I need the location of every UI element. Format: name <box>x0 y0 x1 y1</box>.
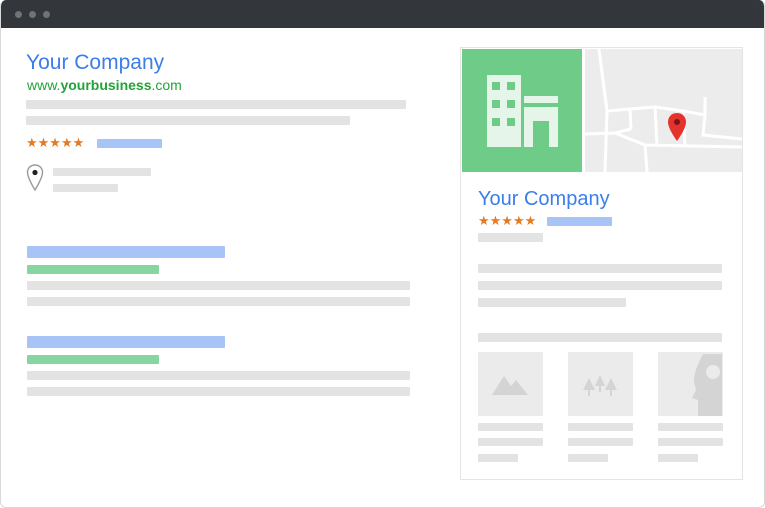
url-prefix: www. <box>27 77 61 93</box>
reviews-link-placeholder[interactable] <box>97 139 162 148</box>
result-3-line <box>27 387 410 396</box>
knowledge-panel: Your Company ★★★★★ <box>460 47 743 480</box>
panel-section-header <box>478 333 722 342</box>
result-3-title[interactable] <box>27 336 225 348</box>
thumbnail-caption <box>568 423 633 431</box>
thumbnail-caption <box>568 454 608 462</box>
result-2-title[interactable] <box>27 246 225 258</box>
browser-window: Your Company www.yourbusiness.com ★★★★★ <box>0 0 765 508</box>
photo-thumbnail[interactable] <box>658 352 723 416</box>
business-photo[interactable] <box>462 49 582 172</box>
result-url[interactable]: www.yourbusiness.com <box>27 78 182 92</box>
thumbnail-caption <box>478 438 543 446</box>
panel-title[interactable]: Your Company <box>478 189 610 209</box>
thumbnail-caption <box>478 423 543 431</box>
result-3-line <box>27 371 410 380</box>
thumbnail-caption <box>478 454 518 462</box>
panel-reviews-link-placeholder[interactable] <box>547 217 612 226</box>
address-line <box>53 184 118 192</box>
panel-info-line <box>478 281 722 290</box>
panel-category <box>478 233 543 242</box>
window-dot-1[interactable] <box>15 11 22 18</box>
image-person-icon <box>692 354 722 416</box>
location-pin-icon <box>26 164 44 192</box>
rating-stars: ★★★★★ <box>26 135 85 150</box>
panel-rating-stars: ★★★★★ <box>478 213 537 228</box>
window-titlebar <box>1 0 764 28</box>
photo-thumbnail[interactable] <box>568 352 633 416</box>
thumbnail-caption <box>658 423 723 431</box>
address-line <box>53 168 151 176</box>
thumbnail-caption <box>658 454 698 462</box>
thumbnail-caption <box>658 438 723 446</box>
image-trees-icon <box>583 375 617 396</box>
panel-info-line <box>478 264 722 273</box>
url-domain: yourbusiness <box>60 77 152 93</box>
photo-thumbnail[interactable] <box>478 352 543 416</box>
map-thumbnail[interactable] <box>585 49 742 172</box>
url-suffix: .com <box>151 77 182 93</box>
result-title[interactable]: Your Company <box>26 52 164 73</box>
thumbnail-caption <box>568 438 633 446</box>
window-dot-2[interactable] <box>29 11 36 18</box>
panel-info-line <box>478 298 626 307</box>
description-line <box>26 116 350 125</box>
window-dot-3[interactable] <box>43 11 50 18</box>
result-2-line <box>27 297 410 306</box>
result-2-line <box>27 281 410 290</box>
description-line <box>26 100 406 109</box>
result-2-url[interactable] <box>27 265 159 274</box>
image-mountain-icon <box>492 376 528 395</box>
result-3-url[interactable] <box>27 355 159 364</box>
